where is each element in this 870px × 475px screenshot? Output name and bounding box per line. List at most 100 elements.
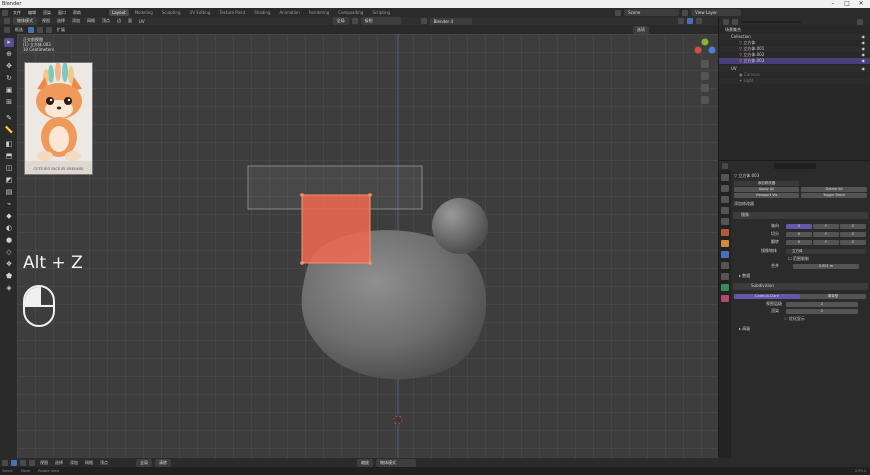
smooth-tool-icon[interactable]: ● <box>4 236 14 245</box>
x-axis-gizmo-icon[interactable] <box>694 46 702 54</box>
viewport-vis-button[interactable]: Viewport Vis <box>734 193 799 198</box>
particles-tab-icon[interactable] <box>721 262 729 269</box>
outliner-row[interactable]: 场景集合 <box>719 27 870 33</box>
menu-help[interactable]: 帮助 <box>71 10 83 16</box>
xray-icon[interactable] <box>686 18 693 24</box>
simple-button[interactable]: 简单型 <box>800 294 866 299</box>
levels-viewport-field[interactable]: 2 <box>786 302 858 307</box>
shading-mode[interactable]: 全局 <box>136 458 152 467</box>
menu-mesh[interactable]: 网格 <box>85 18 97 24</box>
move-tool-icon[interactable]: ✥ <box>4 62 14 71</box>
transform-orientation[interactable]: 全局 <box>332 17 349 25</box>
scale-tool-icon[interactable]: ▣ <box>4 86 14 95</box>
face-select-icon[interactable] <box>29 459 35 466</box>
display-mode-icon[interactable] <box>732 18 738 25</box>
mode-extend-icon[interactable] <box>37 26 43 33</box>
select-tool-icon[interactable]: ▸ <box>4 38 14 47</box>
render-levels-field[interactable]: 2 <box>786 309 858 314</box>
render-tab-icon[interactable] <box>721 185 729 192</box>
properties-search[interactable] <box>774 163 816 169</box>
world-tab-icon[interactable] <box>721 229 729 236</box>
tab-scripting[interactable]: Scripting <box>369 9 393 16</box>
vertex[interactable] <box>300 261 304 265</box>
view-layer-tab-icon[interactable] <box>721 207 729 214</box>
mode-dropdown-bottom[interactable]: 物体模式 <box>376 458 416 467</box>
loop-cut-tool-icon[interactable]: ▤ <box>4 188 14 197</box>
pivot-mode[interactable]: 清除 <box>155 458 171 467</box>
inset-tool-icon[interactable]: ◫ <box>4 164 14 173</box>
outliner-row-selected[interactable]: ▽ 立方体.003 ◉ <box>719 58 870 64</box>
axis-y-toggle[interactable]: Y <box>813 224 839 229</box>
bottom-menu-vertex[interactable]: 顶点 <box>98 460 110 466</box>
menu-face[interactable]: 面 <box>126 18 134 24</box>
properties-editor-icon[interactable] <box>722 163 728 169</box>
data-tab-icon[interactable] <box>721 284 729 291</box>
transform-tool-icon[interactable]: ⊞ <box>4 98 14 107</box>
zoom-icon[interactable] <box>701 60 709 68</box>
menu-add[interactable]: 添加 <box>70 18 82 24</box>
3d-cursor-icon[interactable] <box>393 415 403 425</box>
overlay-icon[interactable] <box>677 18 684 24</box>
proportional-selector[interactable]: Blender 4 <box>429 17 472 25</box>
tab-layout[interactable]: Layout <box>109 9 129 16</box>
bevel-tool-icon[interactable]: ◩ <box>4 176 14 185</box>
catmull-clark-button[interactable]: Catmull-Clark <box>734 294 800 299</box>
tab-modeling[interactable]: Modeling <box>132 9 156 16</box>
y-axis-gizmo-icon[interactable] <box>701 38 709 46</box>
edge-select-icon[interactable] <box>20 459 26 466</box>
menu-edit[interactable]: 编辑 <box>26 10 38 16</box>
tab-compositing[interactable]: Compositing <box>335 9 366 16</box>
timeline-editor-icon[interactable] <box>2 459 8 466</box>
merge-distance-field[interactable]: 0.001 m <box>793 264 859 269</box>
shading-solid-icon[interactable] <box>695 18 702 24</box>
bottom-menu-select[interactable]: 选择 <box>53 460 65 466</box>
menu-window[interactable]: 窗口 <box>56 10 68 16</box>
select-box-icon[interactable] <box>4 26 10 33</box>
vertex-select-icon[interactable] <box>11 459 17 466</box>
tab-uv-editing[interactable]: UV Editing <box>187 9 214 16</box>
object-tab-icon[interactable] <box>721 240 729 247</box>
rip-tool-icon[interactable]: ◈ <box>4 284 14 293</box>
vertex[interactable] <box>368 193 372 197</box>
extrude-tool-icon[interactable]: ⬒ <box>4 152 14 161</box>
outliner-editor-icon[interactable] <box>723 18 729 25</box>
tab-rendering[interactable]: Rendering <box>306 9 332 16</box>
close-button[interactable]: ✕ <box>854 0 868 8</box>
toggle-stack-button[interactable]: Toggle Stack <box>801 193 867 198</box>
subdiv-advanced-subpanel[interactable]: ▸ 高级 <box>739 326 750 332</box>
physics-tab-icon[interactable] <box>721 273 729 280</box>
z-axis-gizmo-icon[interactable] <box>708 46 716 54</box>
clipping-checkbox[interactable]: ☐ 范围限制 <box>788 256 809 262</box>
minimize-button[interactable]: – <box>826 0 840 8</box>
measure-tool-icon[interactable]: 📏 <box>4 126 14 135</box>
blender-logo-icon[interactable] <box>2 9 8 16</box>
flip-y-toggle[interactable]: Y <box>813 240 839 245</box>
eye-icon[interactable]: ◉ <box>862 58 866 64</box>
menu-vertex[interactable]: 顶点 <box>100 18 112 24</box>
menu-view[interactable]: 视图 <box>40 18 52 24</box>
vertex[interactable] <box>300 193 304 197</box>
extend-label[interactable]: 扩展 <box>55 27 67 33</box>
delete-all-button[interactable]: Delete All <box>801 187 867 192</box>
filter-icon[interactable] <box>857 18 863 25</box>
outliner-row[interactable]: ✦ Light <box>719 78 870 84</box>
spin-tool-icon[interactable]: ◐ <box>4 224 14 233</box>
flip-z-toggle[interactable]: Z <box>840 240 866 245</box>
head-mesh[interactable] <box>432 198 488 254</box>
mirror-data-subpanel[interactable]: ▸ 数据 <box>739 273 750 279</box>
3d-viewport[interactable] <box>17 34 718 458</box>
menu-file[interactable]: 文件 <box>11 10 23 16</box>
mode-selector[interactable]: 物体模式 <box>13 17 37 25</box>
modifier-tab-icon[interactable] <box>721 251 729 258</box>
bisect-x-toggle[interactable]: X <box>786 232 812 237</box>
edge-slide-tool-icon[interactable]: ◇ <box>4 248 14 257</box>
bisect-z-toggle[interactable]: Z <box>840 232 866 237</box>
optimal-display-checkbox[interactable]: ☑ 优化显示 <box>784 316 805 322</box>
snap-icon[interactable] <box>351 18 358 24</box>
menu-uv[interactable]: UV <box>137 19 147 24</box>
snap-selector[interactable]: 吸附 <box>360 17 401 25</box>
scene-tab-icon[interactable] <box>721 218 729 225</box>
outliner-search[interactable] <box>741 20 801 23</box>
knife-tool-icon[interactable]: ⌁ <box>4 200 14 209</box>
apply-all-button[interactable]: Apply All <box>734 187 799 192</box>
